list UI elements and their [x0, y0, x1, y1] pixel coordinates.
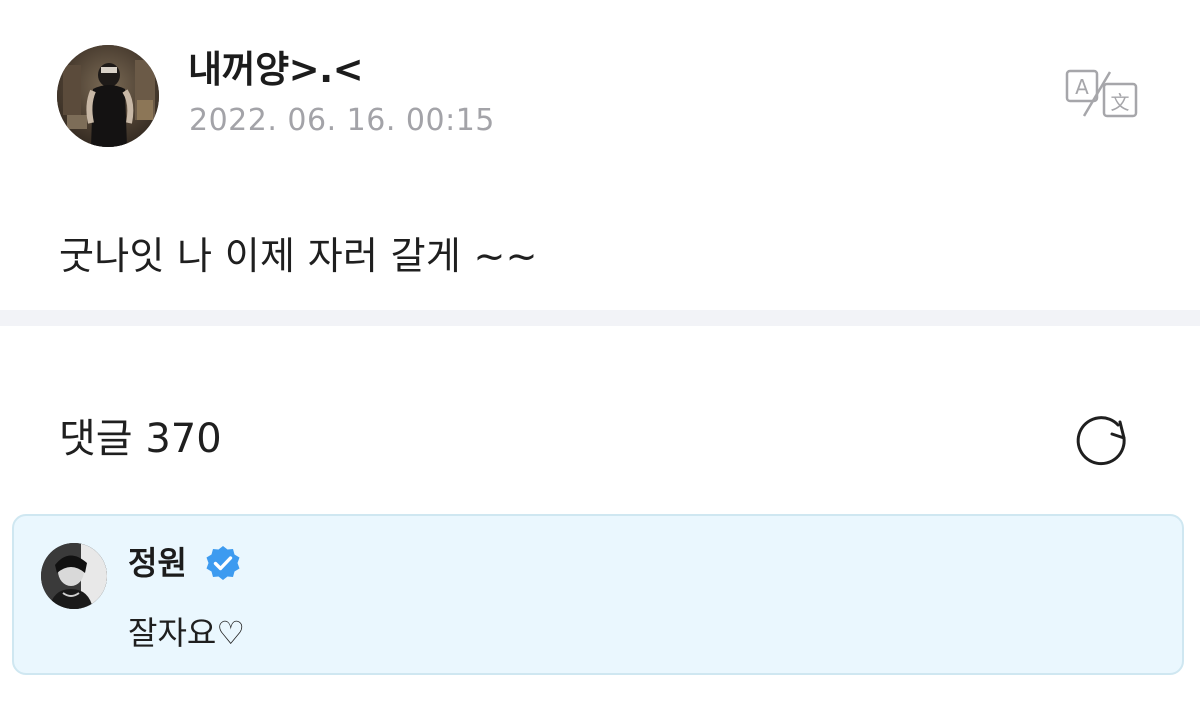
comment-author-avatar[interactable] [41, 543, 107, 609]
translate-icon: A 文 [1065, 69, 1138, 118]
post-timestamp: 2022. 06. 16. 00:15 [189, 103, 495, 138]
post-author-name[interactable]: 내꺼양>.< [188, 44, 364, 96]
post-author-avatar[interactable] [57, 45, 159, 147]
comment-card[interactable]: 정원 잘자요♡ [12, 514, 1184, 675]
avatar-photo [57, 45, 159, 147]
refresh-comments-button[interactable] [1072, 412, 1132, 472]
translate-button[interactable]: A 文 [1064, 68, 1140, 120]
section-divider [0, 310, 1200, 326]
refresh-icon [1076, 416, 1126, 466]
post-page: 내꺼양>.< 2022. 06. 16. 00:15 A 文 굿나잇 나 이제 … [0, 0, 1200, 707]
comments-count-title: 댓글 370 [59, 416, 222, 462]
svg-text:A: A [1075, 75, 1089, 99]
comment-text: 잘자요♡ [128, 614, 246, 652]
verified-badge-icon [204, 544, 242, 582]
svg-text:文: 文 [1110, 92, 1129, 114]
avatar-photo [41, 543, 107, 609]
post-body-text: 굿나잇 나 이제 자러 갈게 ~~ [59, 234, 538, 278]
comment-author-name[interactable]: 정원 [128, 540, 187, 586]
